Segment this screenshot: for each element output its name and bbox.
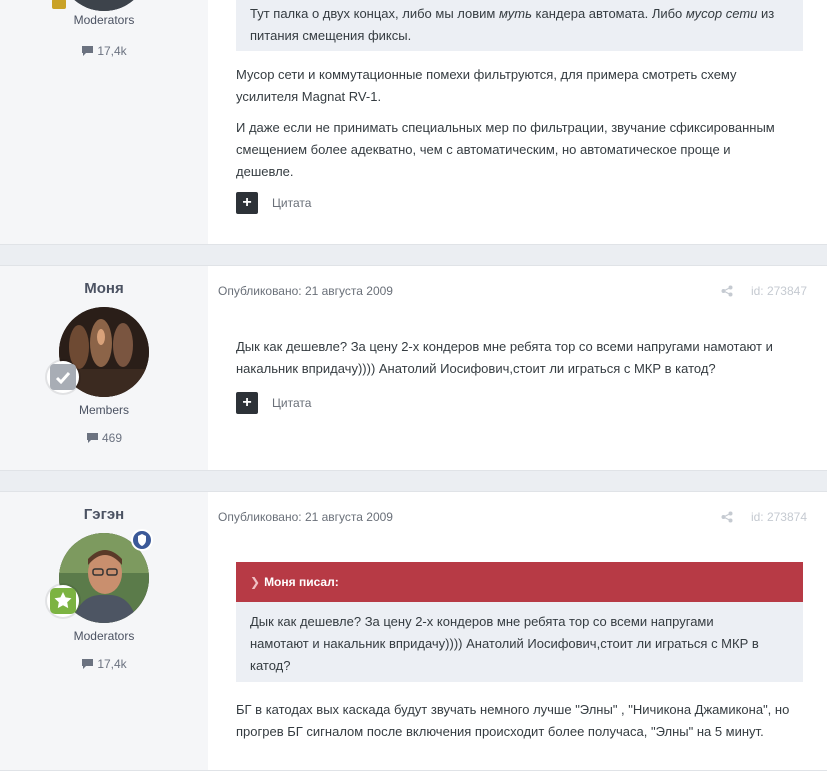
- quote-header[interactable]: ❯ Моня писал:: [236, 562, 803, 602]
- avatar[interactable]: [59, 0, 149, 11]
- rank-badge-icon: [47, 361, 79, 393]
- post-text-line: прогрев БГ сигналом после включения прои…: [236, 724, 764, 739]
- post-count-value: 17,4k: [97, 657, 127, 671]
- comment-bubble-icon: [81, 658, 94, 672]
- quote-text-segment: кандера автомата. Либо: [531, 6, 686, 21]
- quote-button[interactable]: Цитата: [272, 196, 311, 210]
- author-group: Moderators: [73, 13, 135, 27]
- post-actions: + Цитата: [236, 392, 311, 414]
- post-date[interactable]: Опубликовано: 21 августа 2009: [218, 510, 393, 524]
- quote-text: Тут палка о двух концах, либо мы ловим м…: [250, 3, 803, 47]
- post-1: Moderators 17,4k Тут палка о двух концах…: [0, 0, 827, 245]
- share-icon[interactable]: [721, 285, 733, 300]
- post-id[interactable]: id: 273874: [751, 510, 807, 524]
- post-count-value: 469: [101, 431, 123, 445]
- quote-text-line: катод?: [250, 658, 291, 673]
- avatar-wrap: [47, 307, 149, 397]
- post-text-line: усилителя Magnat RV-1.: [236, 89, 382, 104]
- post-text-line: накальник впридачу)))) Анатолий Иосифови…: [236, 361, 716, 376]
- post-meta-right: id: 273874: [721, 510, 807, 526]
- quote-text-line: Дык как дешевле? За цену 2-х кондеров мн…: [250, 614, 714, 629]
- post-actions: + Цитата: [236, 192, 311, 214]
- comment-bubble-icon: [81, 45, 94, 59]
- moderator-shield-icon: [131, 529, 153, 554]
- quote-text-line: намотают и накальник впридачу)))) Анатол…: [250, 636, 759, 651]
- chevron-down-icon: ❯: [250, 575, 261, 589]
- post-id[interactable]: id: 273847: [751, 284, 807, 298]
- multiquote-plus-button[interactable]: +: [236, 192, 258, 214]
- author-post-count[interactable]: 17,4k: [0, 44, 208, 59]
- post-paragraph: И даже если не принимать специальных мер…: [236, 117, 803, 183]
- comment-bubble-icon: [86, 432, 99, 446]
- post-paragraph: Дык как дешевле? За цену 2-х кондеров мн…: [236, 336, 803, 380]
- post-text-line: смещением более адекватно, чем с автомат…: [236, 142, 731, 157]
- post-3-author-panel: Гэгэн Moderators 17,4k: [0, 492, 208, 770]
- post-1-content: Тут палка о двух концах, либо мы ловим м…: [208, 0, 827, 244]
- author-post-count[interactable]: 17,4k: [0, 657, 208, 672]
- author-group: Moderators: [73, 629, 135, 643]
- post-2: Моня Members 469 Опубликовано: 21 август…: [0, 265, 827, 471]
- quote-text-emphasis: мусор сети: [685, 6, 758, 21]
- quote-button[interactable]: Цитата: [272, 396, 311, 410]
- post-text-line: дешевле.: [236, 164, 294, 179]
- post-date[interactable]: Опубликовано: 21 августа 2009: [218, 284, 393, 298]
- post-paragraph: Мусор сети и коммутационные помехи фильт…: [236, 64, 803, 108]
- quote-text-segment: из: [757, 6, 775, 21]
- rank-badge-icon: [52, 0, 66, 9]
- rank-star-badge-icon: [47, 585, 79, 617]
- post-2-author-panel: Моня Members 469: [0, 266, 208, 470]
- quote-text: Дык как дешевле? За цену 2-х кондеров мн…: [250, 611, 803, 677]
- author-post-count[interactable]: 469: [0, 431, 208, 446]
- quote-text-emphasis: муть: [498, 6, 532, 21]
- quote-author: Моня писал:: [264, 575, 339, 589]
- post-text-line: Дык как дешевле? За цену 2-х кондеров мн…: [236, 339, 773, 354]
- author-name[interactable]: Моня: [0, 280, 208, 297]
- quote-text-line: питания смещения фиксы.: [250, 28, 412, 43]
- avatar-wrap: [47, 529, 153, 623]
- multiquote-plus-button[interactable]: +: [236, 392, 258, 414]
- post-3-content: Опубликовано: 21 августа 2009 id: 273874…: [208, 492, 827, 770]
- post-3: Гэгэн Moderators 17,4k Опубликовано: 21 …: [0, 491, 827, 771]
- post-count-value: 17,4k: [97, 44, 127, 58]
- post-paragraph: БГ в катодах вых каскада будут звучать н…: [236, 699, 803, 743]
- post-text-line: Мусор сети и коммутационные помехи фильт…: [236, 67, 737, 82]
- author-group: Members: [78, 403, 129, 417]
- author-name[interactable]: Гэгэн: [0, 506, 208, 523]
- share-icon[interactable]: [721, 511, 733, 526]
- quote-text-segment: Тут палка о двух концах, либо мы ловим: [250, 6, 499, 21]
- post-2-content: Опубликовано: 21 августа 2009 id: 273847…: [208, 266, 827, 470]
- post-text-line: БГ в катодах вых каскада будут звучать н…: [236, 702, 790, 717]
- post-1-author-panel: Moderators 17,4k: [0, 0, 208, 244]
- post-meta-right: id: 273847: [721, 284, 807, 300]
- post-text-line: И даже если не принимать специальных мер…: [236, 120, 775, 135]
